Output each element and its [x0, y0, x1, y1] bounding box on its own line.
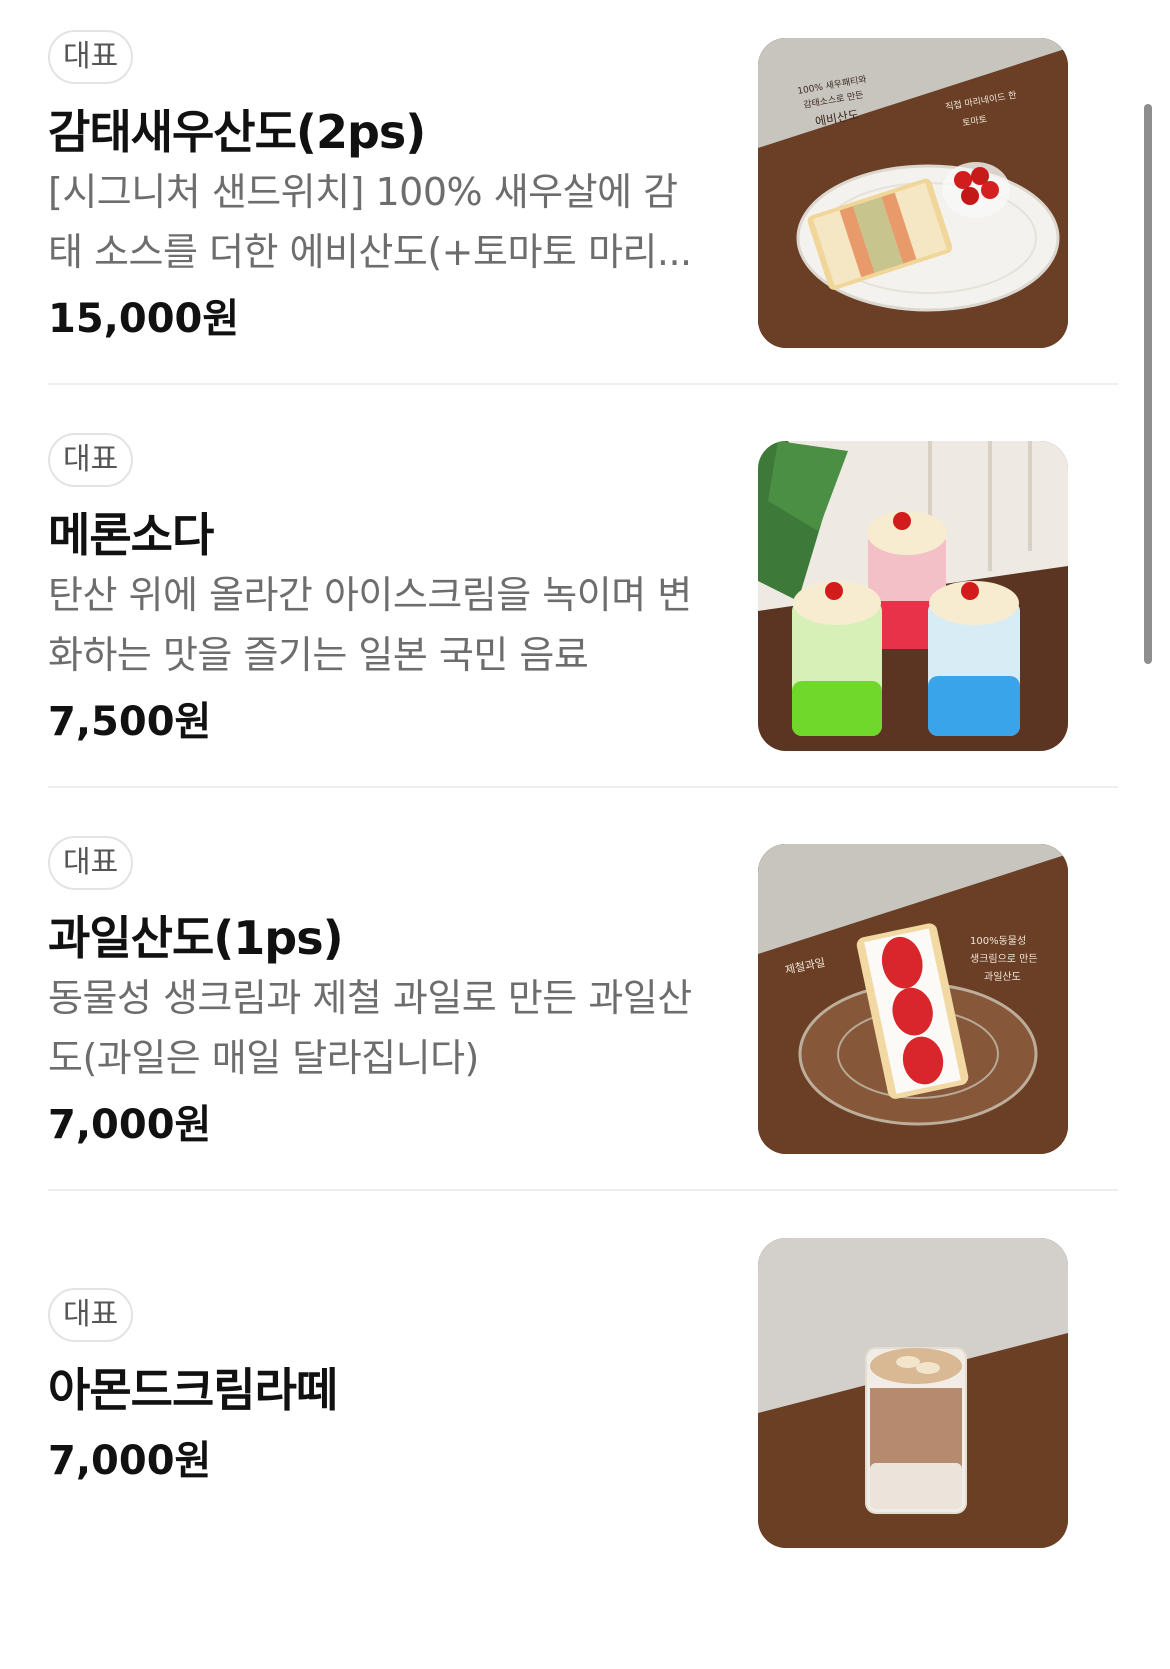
description-line: 동물성 생크림과 제철 과일로 만든 과일산 — [48, 976, 692, 1020]
menu-item-name: 과일산도(1ps) — [48, 911, 344, 965]
description-line: [시그니처 샌드위치] 100% 새우살에 감 — [48, 170, 678, 214]
melon-soda-image — [758, 441, 1068, 751]
description-line: 화하는 맛을 즐기는 일본 국민 음료 — [48, 633, 589, 677]
menu-item-photo[interactable] — [758, 441, 1068, 751]
photo-annotation: 100%동물성 — [970, 935, 1026, 947]
divider — [48, 1189, 1118, 1191]
divider — [48, 786, 1118, 788]
menu-item-photo[interactable]: 제철과일 100%동물성 생크림으로 만든 과일산도 — [758, 844, 1068, 1154]
menu-item-name: 메론소다 — [48, 508, 214, 562]
description-line: 태 소스를 더한 에비산도(+토마토 마리... — [48, 230, 692, 274]
description-line: 도(과일은 매일 달라집니다) — [48, 1036, 479, 1080]
menu-item-price: 7,000원 — [48, 1102, 212, 1148]
menu-item-name: 아몬드크림라떼 — [48, 1363, 338, 1417]
signature-badge: 대표 — [48, 433, 134, 487]
menu-item-description: [시그니처 샌드위치] 100% 새우살에 감 태 소스를 더한 에비산도(+토… — [48, 162, 748, 282]
signature-badge: 대표 — [48, 1288, 134, 1342]
signature-badge: 대표 — [48, 30, 134, 84]
menu-item-description: 동물성 생크림과 제철 과일로 만든 과일산 도(과일은 매일 달라집니다) — [48, 968, 748, 1088]
scrollbar[interactable] — [1144, 104, 1152, 664]
menu-item-price: 7,500원 — [48, 699, 212, 745]
photo-annotation: 생크림으로 만든 — [970, 953, 1038, 965]
menu-item-price: 7,000원 — [48, 1438, 212, 1484]
menu-item-photo[interactable]: 100% 새우패티와 감태소스로 만든 에비산도 직접 마리네이드 한 토마토 — [758, 38, 1068, 348]
menu-item-description: 탄산 위에 올라간 아이스크림을 녹이며 변 화하는 맛을 즐기는 일본 국민 … — [48, 565, 748, 685]
signature-badge: 대표 — [48, 836, 134, 890]
shrimp-sando-image: 100% 새우패티와 감태소스로 만든 에비산도 직접 마리네이드 한 토마토 — [758, 38, 1068, 348]
description-line: 탄산 위에 올라간 아이스크림을 녹이며 변 — [48, 573, 692, 617]
almond-cream-latte-image — [758, 1238, 1068, 1548]
menu-item-name: 감태새우산도(2ps) — [48, 105, 426, 159]
divider — [48, 383, 1118, 385]
menu-item-photo[interactable] — [758, 1238, 1068, 1548]
menu-item-price: 15,000원 — [48, 296, 240, 342]
photo-annotation: 과일산도 — [984, 971, 1021, 983]
fruit-sando-image: 제철과일 100%동물성 생크림으로 만든 과일산도 — [758, 844, 1068, 1154]
